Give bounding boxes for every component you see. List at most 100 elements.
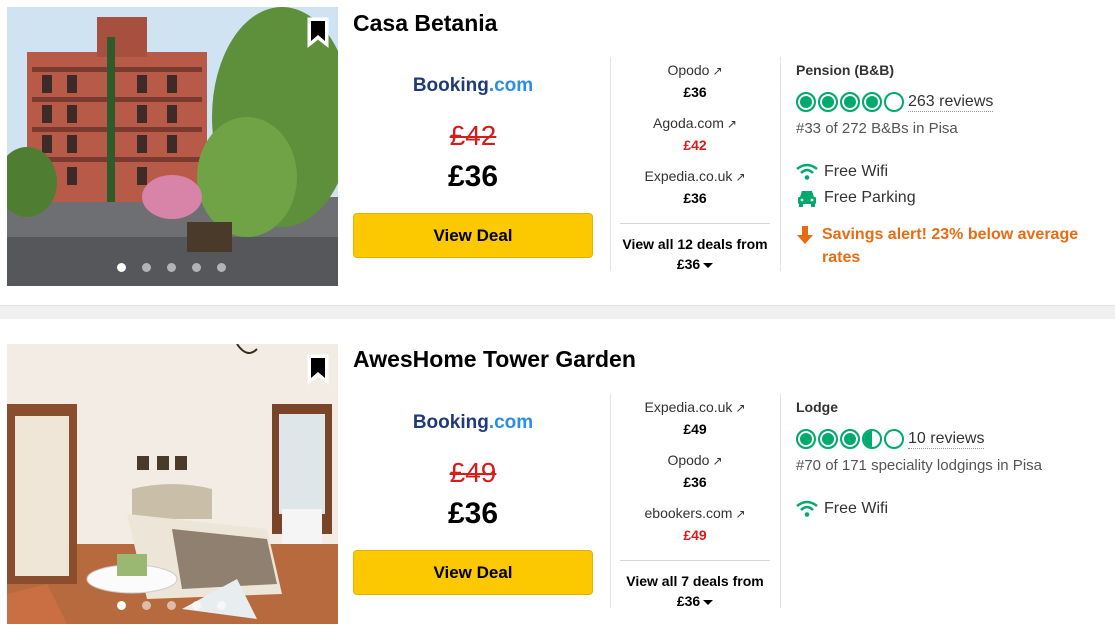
external-link-icon: ↗ [726, 117, 737, 131]
divider [780, 394, 781, 608]
current-price: £36 [447, 497, 499, 530]
rating: 10 reviews [796, 427, 1111, 451]
amenity-item: Free Wifi [796, 496, 1111, 522]
carousel-dot[interactable] [167, 601, 176, 610]
savings-alert: Savings alert! 23% below average rates [796, 223, 1111, 269]
divider [620, 223, 770, 224]
hotel-photo[interactable] [7, 344, 338, 624]
deal-price: £49 [683, 421, 707, 437]
view-deal-button[interactable]: View Deal [353, 550, 593, 595]
wifi-icon [796, 163, 818, 180]
ranking: #70 of 171 speciality lodgings in Pisa [796, 457, 1042, 474]
rating-bubble-full-icon [818, 429, 838, 449]
hotel-title[interactable]: Casa Betania [353, 10, 497, 37]
deal-item[interactable]: Opodo ↗ £36 [620, 452, 770, 505]
rating-bubble-half-icon [862, 429, 882, 449]
rating-bubble-full-icon [840, 429, 860, 449]
deal-provider[interactable]: ebookers.com ↗ [620, 505, 770, 523]
other-deals-list: Expedia.co.uk ↗ £49 Opodo ↗ £36 ebookers.c… [620, 399, 770, 611]
divider [780, 57, 781, 271]
deal-price: £42 [683, 137, 707, 153]
rating-bubble-full-icon [796, 92, 816, 112]
deal-item[interactable]: Agoda.com ↗ £42 [620, 115, 770, 168]
external-link-icon: ↗ [712, 454, 723, 468]
rating-bubble-full-icon [796, 429, 816, 449]
listing-card: AwesHome Tower Garden Booking.com £49 £3… [0, 337, 1115, 630]
deal-item[interactable]: Expedia.co.uk ↗ £49 [620, 399, 770, 452]
divider [610, 57, 611, 271]
listing-separator [0, 305, 1115, 319]
view-all-deals-link[interactable]: View all 7 deals from £36 [620, 571, 770, 611]
listing-card: Casa Betania Booking.com £42 £36 View De… [0, 0, 1115, 300]
deal-item[interactable]: Expedia.co.uk ↗ £36 [620, 168, 770, 221]
deal-provider[interactable]: Agoda.com ↗ [620, 115, 770, 133]
carousel-dot[interactable] [192, 263, 201, 272]
carousel-dot[interactable] [142, 601, 151, 610]
carousel-dot[interactable] [217, 263, 226, 272]
carousel-dot[interactable] [192, 601, 201, 610]
view-all-deals-link[interactable]: View all 12 deals from £36 [620, 234, 770, 274]
property-type: Pension (B&B) [796, 62, 894, 78]
rating: 263 reviews [796, 90, 1111, 114]
bookmark-icon[interactable] [306, 17, 330, 49]
rating-bubble-full-icon [818, 92, 838, 112]
rating-bubble-full-icon [840, 92, 860, 112]
rating-bubbles [796, 92, 904, 112]
car-icon [798, 191, 816, 207]
rating-bubble-full-icon [862, 92, 882, 112]
carousel-dot[interactable] [117, 263, 126, 272]
divider [610, 394, 611, 608]
deal-item[interactable]: ebookers.com ↗ £49 [620, 505, 770, 558]
ranking: #33 of 272 B&Bs in Pisa [796, 120, 958, 137]
property-type: Lodge [796, 399, 838, 415]
divider [620, 560, 770, 561]
carousel-dot[interactable] [117, 601, 126, 610]
carousel-dots [117, 263, 226, 272]
hotel-title[interactable]: AwesHome Tower Garden [353, 346, 636, 373]
other-deals-list: Opodo ↗ £36 Agoda.com ↗ £42 Expedia.co.uk ↗… [620, 62, 770, 274]
bookmark-icon[interactable] [306, 354, 330, 386]
reviews-link[interactable]: 263 reviews [908, 93, 994, 112]
amenity-item: Free Parking [796, 185, 1111, 211]
wifi-icon [796, 500, 818, 517]
carousel-dot[interactable] [217, 601, 226, 610]
amenities: Free Wifi [796, 496, 1111, 522]
deal-price: £36 [683, 190, 707, 206]
main-deal: Booking.com £49 £36 View Deal [353, 412, 593, 595]
external-link-icon: ↗ [735, 170, 746, 184]
deal-provider[interactable]: Opodo ↗ [620, 452, 770, 470]
booking-logo: Booking.com [412, 75, 534, 96]
arrow-down-icon [797, 226, 813, 244]
deal-provider[interactable]: Opodo ↗ [620, 62, 770, 80]
rating-bubble-empty-icon [884, 429, 904, 449]
external-link-icon: ↗ [712, 64, 723, 78]
hotel-info: Lodge 10 reviews #70 of 171 speciality l… [796, 399, 1111, 522]
external-link-icon: ↗ [735, 507, 746, 521]
carousel-dot[interactable] [142, 263, 151, 272]
old-price: £42 [449, 120, 497, 151]
deal-price: £36 [683, 474, 707, 490]
deal-provider[interactable]: Expedia.co.uk ↗ [620, 168, 770, 186]
deal-price: £36 [683, 84, 707, 100]
amenity-item: Free Wifi [796, 159, 1111, 185]
old-price: £49 [449, 457, 497, 488]
reviews-link[interactable]: 10 reviews [908, 430, 985, 449]
caret-down-icon [703, 262, 714, 268]
deal-item[interactable]: Opodo ↗ £36 [620, 62, 770, 115]
view-deal-button[interactable]: View Deal [353, 213, 593, 258]
carousel-dots [117, 601, 226, 610]
rating-bubble-empty-icon [884, 92, 904, 112]
amenities: Free Wifi Free Parking [796, 159, 1111, 211]
hotel-photo[interactable] [7, 7, 338, 286]
hotel-info: Pension (B&B) 263 reviews #33 of 272 B&B… [796, 62, 1111, 269]
deal-price: £49 [683, 527, 707, 543]
external-link-icon: ↗ [735, 401, 746, 415]
main-deal: Booking.com £42 £36 View Deal [353, 75, 593, 258]
current-price: £36 [447, 160, 499, 193]
rating-bubbles [796, 429, 904, 449]
caret-down-icon [703, 599, 714, 605]
deal-provider[interactable]: Expedia.co.uk ↗ [620, 399, 770, 417]
booking-logo: Booking.com [412, 412, 534, 433]
hotel-room-image [7, 344, 338, 624]
carousel-dot[interactable] [167, 263, 176, 272]
